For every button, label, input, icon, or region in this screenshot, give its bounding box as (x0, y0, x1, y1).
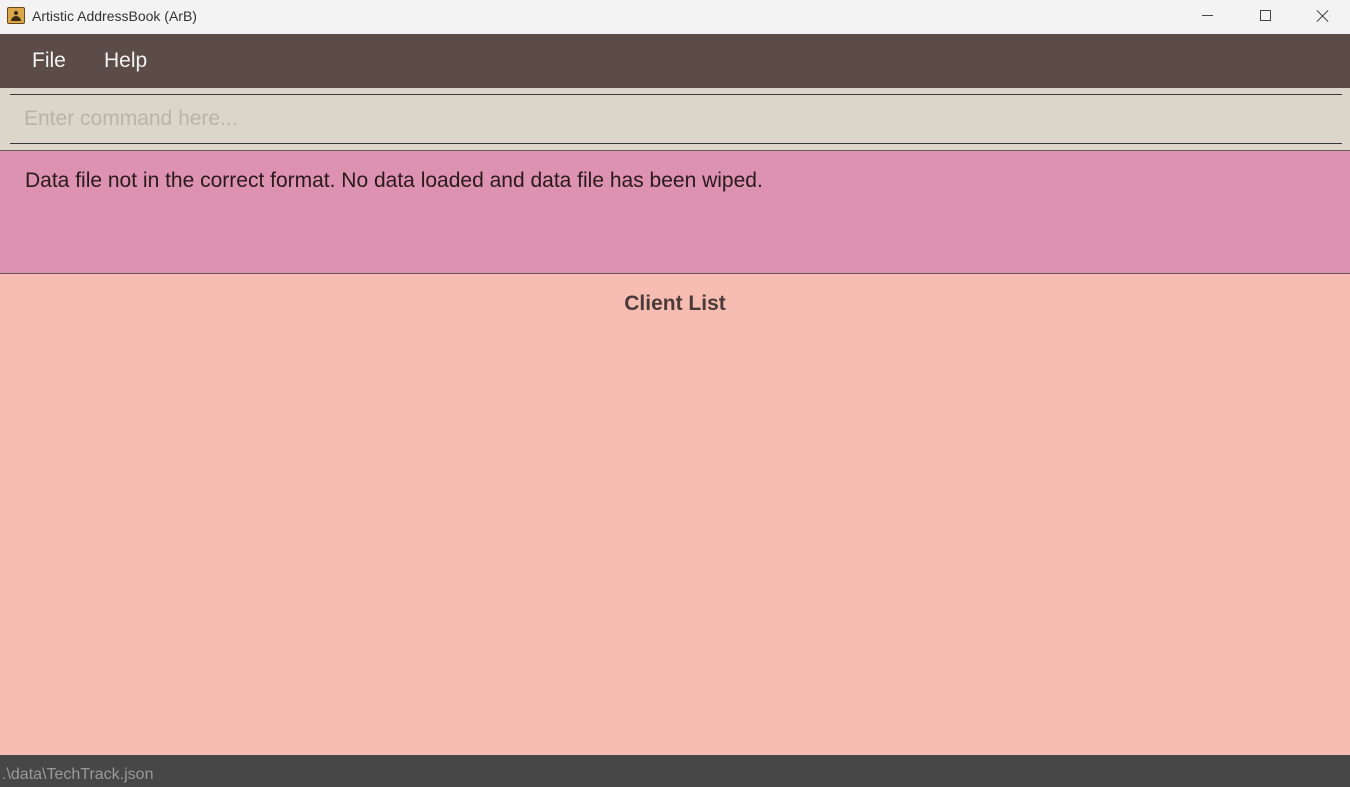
client-list-panel: Client List (0, 274, 1350, 755)
window-titlebar: Artistic AddressBook (ArB) (0, 0, 1350, 34)
data-file-path: .\data\TechTrack.json (2, 766, 154, 783)
window-title: Artistic AddressBook (ArB) (32, 8, 197, 24)
address-book-icon (7, 7, 25, 24)
minimize-icon (1201, 15, 1213, 16)
result-message: Data file not in the correct format. No … (25, 169, 763, 192)
close-icon (1316, 9, 1330, 23)
command-input[interactable] (10, 94, 1342, 144)
maximize-button[interactable] (1236, 0, 1294, 31)
menu-bar: File Help (0, 34, 1350, 88)
status-bar: .\data\TechTrack.json (0, 755, 1350, 787)
menu-file[interactable]: File (32, 49, 66, 73)
maximize-icon (1259, 10, 1271, 21)
command-box (0, 88, 1350, 150)
client-list-title: Client List (624, 292, 726, 315)
result-display: Data file not in the correct format. No … (0, 150, 1350, 274)
minimize-button[interactable] (1178, 0, 1236, 31)
menu-help[interactable]: Help (104, 49, 147, 73)
close-button[interactable] (1294, 0, 1350, 31)
